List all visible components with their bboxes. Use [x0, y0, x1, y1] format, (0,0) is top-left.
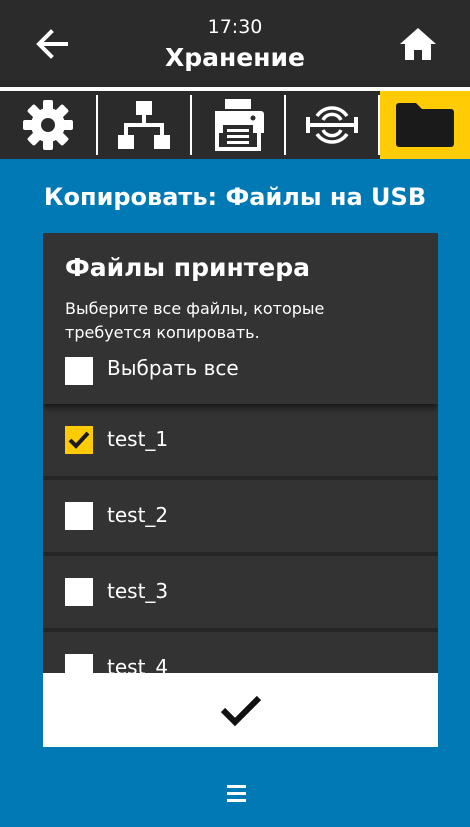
folder-icon — [396, 103, 454, 147]
tab-bar — [0, 91, 470, 159]
network-icon — [118, 101, 170, 149]
file-label: test_4 — [107, 655, 169, 673]
checkmark-icon — [68, 431, 90, 449]
tab-settings[interactable] — [0, 91, 96, 159]
file-checkbox[interactable] — [65, 502, 93, 530]
file-checkbox[interactable] — [65, 654, 93, 673]
select-all-label[interactable]: Выбрать все — [107, 353, 239, 383]
file-row[interactable]: test_2 — [43, 480, 438, 552]
gear-icon — [23, 100, 73, 150]
file-checkbox-checked[interactable] — [65, 426, 93, 454]
file-row[interactable]: test_4 — [43, 632, 438, 673]
file-row[interactable]: test_3 — [43, 556, 438, 628]
home-button[interactable] — [396, 22, 440, 66]
screen-subtitle: Копировать: Файлы на USB — [43, 183, 427, 211]
file-row[interactable]: test_1 — [43, 404, 438, 476]
file-selection-dialog: Файлы принтера Выберите все файлы, котор… — [43, 233, 438, 673]
file-label: test_2 — [107, 503, 169, 527]
file-checkbox[interactable] — [65, 578, 93, 606]
tab-storage[interactable] — [380, 91, 470, 159]
confirm-button[interactable] — [43, 673, 438, 747]
home-icon — [400, 28, 436, 60]
tab-print[interactable] — [192, 91, 284, 159]
menu-button[interactable] — [217, 780, 255, 808]
hamburger-menu-icon — [227, 785, 246, 802]
printer-icon — [215, 99, 264, 151]
dialog-header: Файлы принтера Выберите все файлы, котор… — [43, 233, 438, 404]
tab-network[interactable] — [98, 91, 190, 159]
dialog-title: Файлы принтера — [65, 253, 310, 282]
top-bar: 17:30 Хранение — [0, 0, 470, 87]
file-label: test_1 — [107, 427, 169, 451]
dialog-description: Выберите все файлы, которые требуется ко… — [65, 299, 325, 342]
checkmark-icon — [220, 695, 261, 727]
tab-rfid[interactable] — [286, 91, 378, 159]
file-label: test_3 — [107, 579, 169, 603]
select-all-checkbox[interactable] — [65, 357, 93, 385]
rfid-icon — [306, 106, 358, 144]
